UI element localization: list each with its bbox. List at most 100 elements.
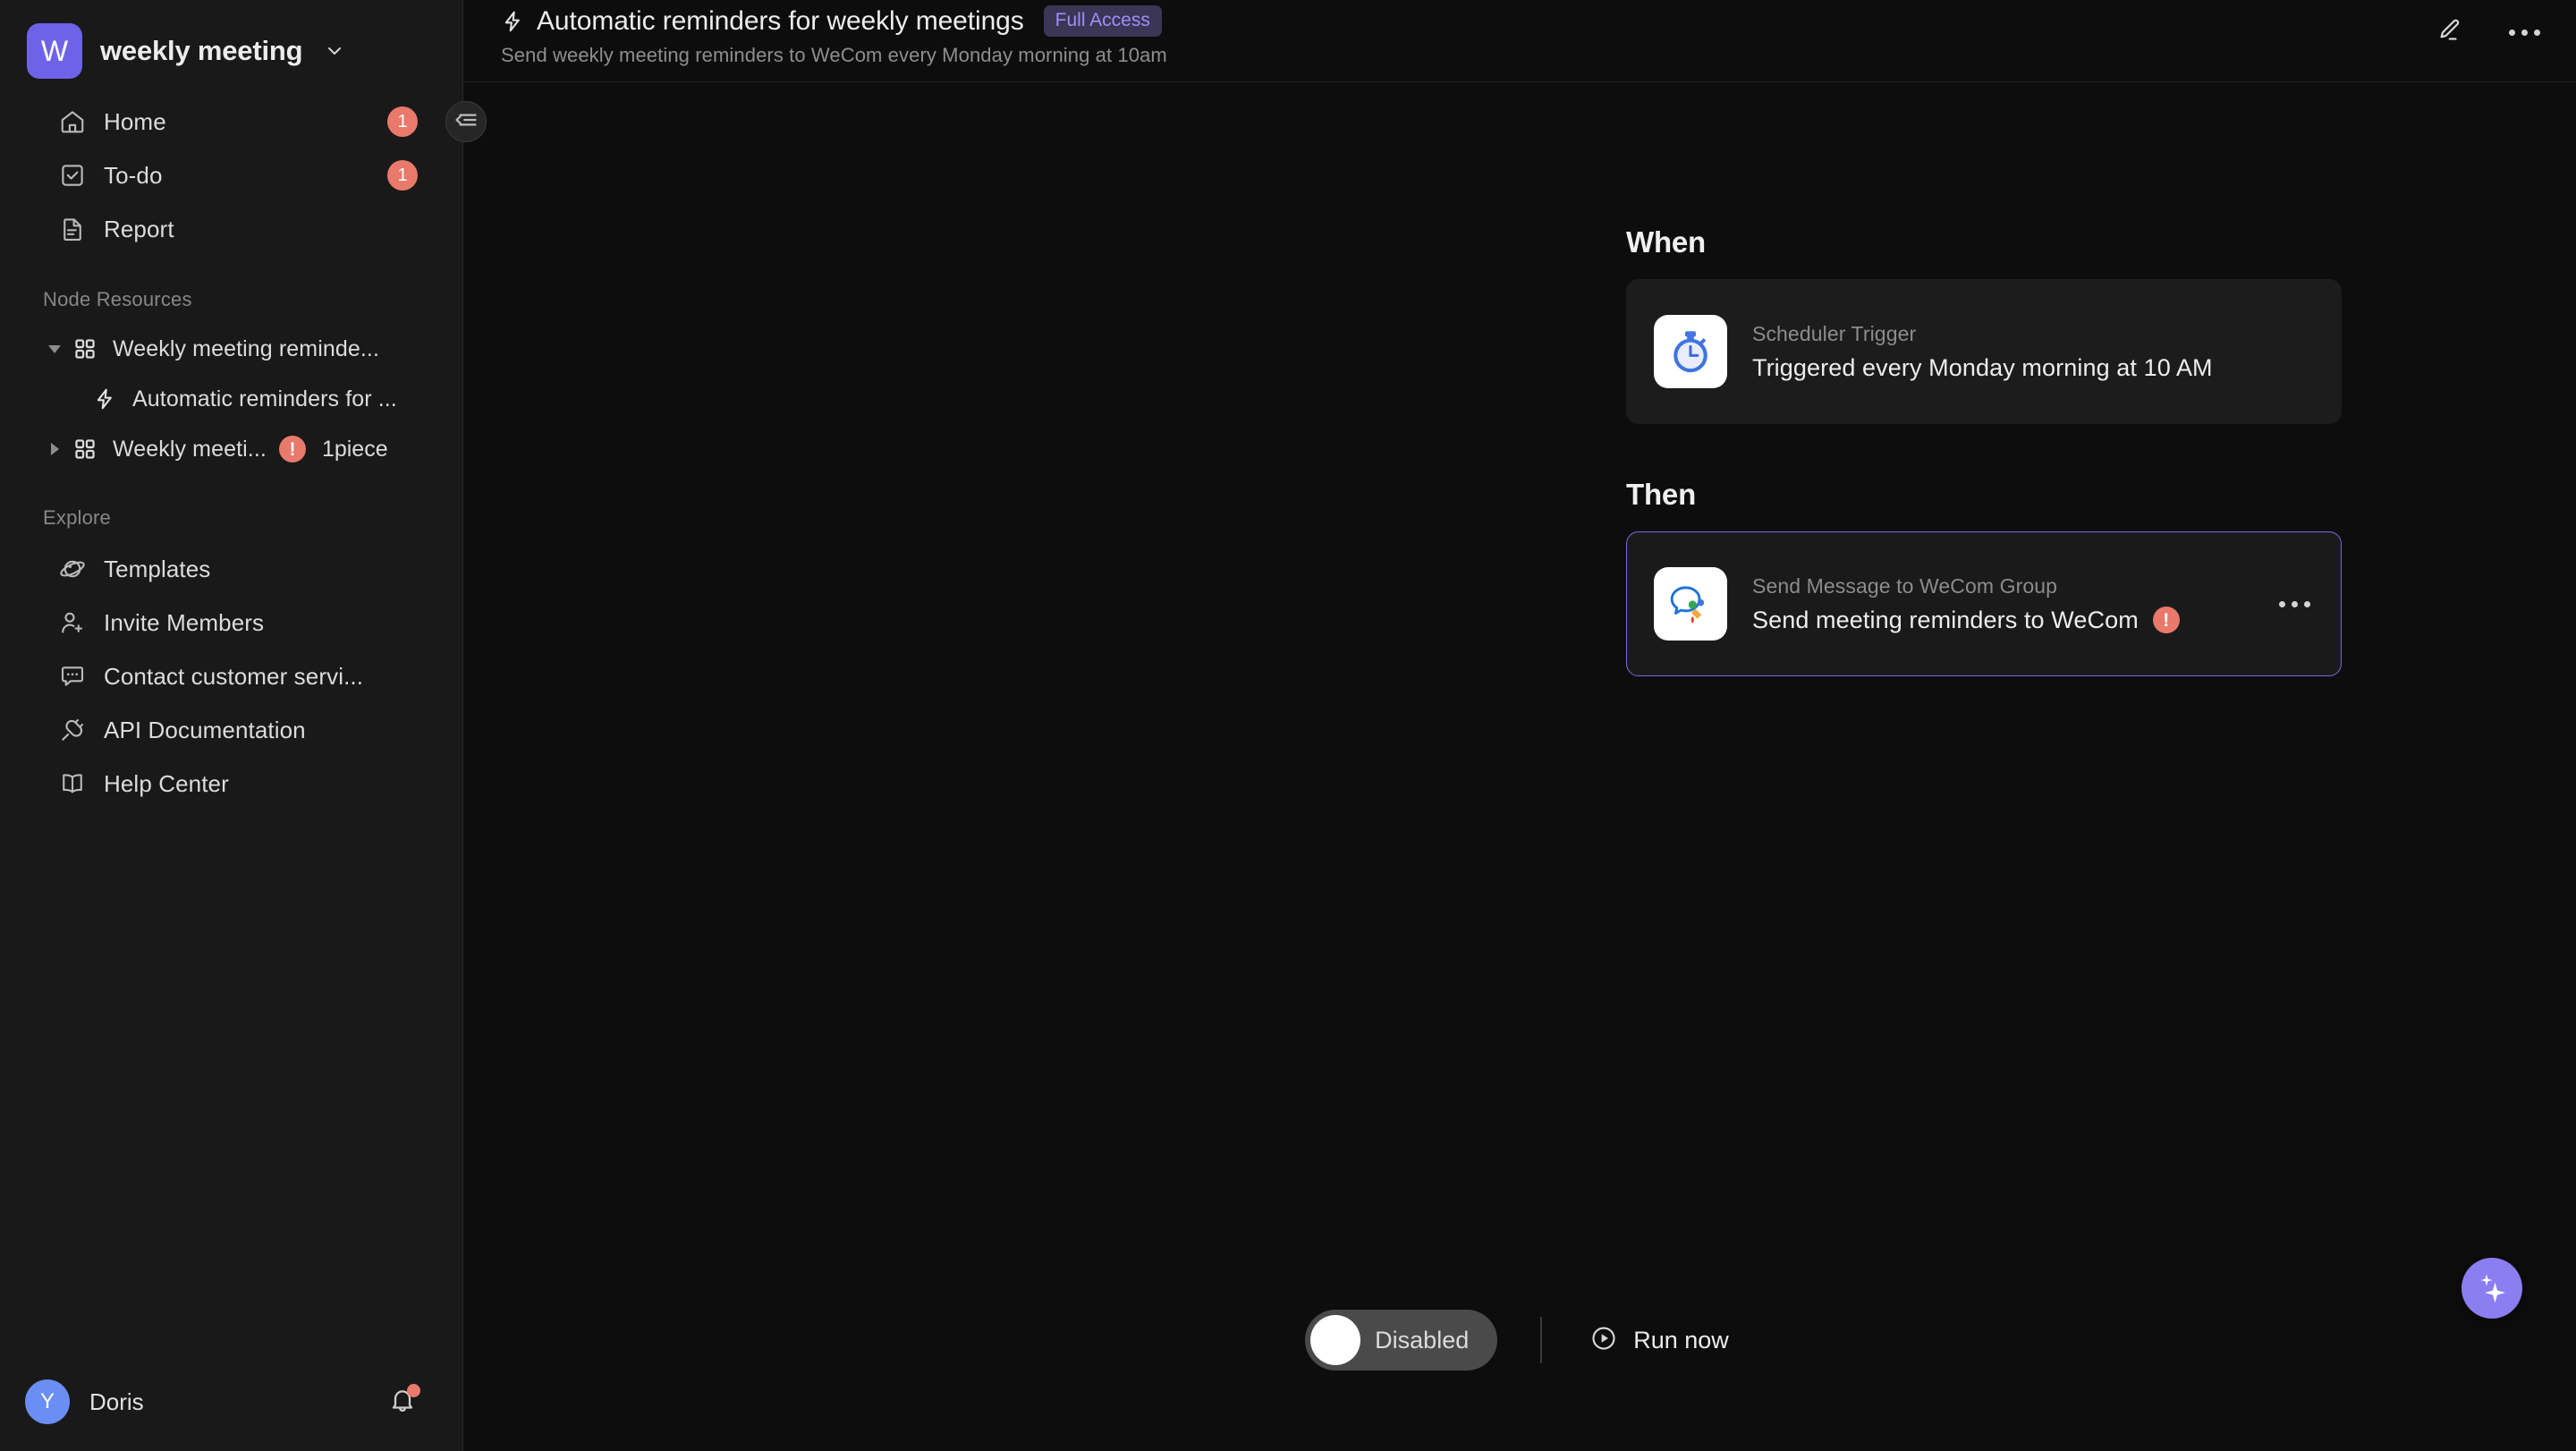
trigger-node-name: Triggered every Monday morning at 10 AM	[1752, 354, 2314, 382]
play-circle-icon	[1590, 1325, 1617, 1356]
notification-dot-badge	[407, 1384, 420, 1397]
toggle-label: Disabled	[1375, 1326, 1470, 1353]
notifications-button[interactable]	[384, 1383, 421, 1421]
workspace-name: weekly meeting	[100, 35, 303, 66]
chat-icon	[59, 663, 86, 690]
sidebar-item-label: Help Center	[104, 769, 229, 797]
sidebar-item-label: Home	[104, 107, 166, 135]
tree-item-label: Weekly meeting reminde...	[113, 335, 379, 361]
sidebar-item-label: To-do	[104, 161, 163, 189]
sidebar-item-templates[interactable]: Templates	[20, 542, 443, 596]
pencil-icon	[2436, 17, 2462, 48]
enable-flow-toggle[interactable]: Disabled	[1305, 1310, 1498, 1370]
sidebar-item-invite-members[interactable]: Invite Members	[20, 596, 443, 649]
flow-header-actions	[2429, 0, 2544, 52]
page-title: Automatic reminders for weekly meetings	[537, 5, 1024, 36]
sidebar: W weekly meeting Home 1 To-do 1 Report N…	[0, 0, 487, 1451]
section-label-node-resources: Node Resources	[43, 288, 192, 310]
trigger-node-card[interactable]: Scheduler Trigger Triggered every Monday…	[1626, 279, 2342, 424]
sidebar-item-home[interactable]: Home 1	[20, 95, 443, 148]
when-heading: When	[1626, 225, 1707, 259]
tree-item-count: 1piece	[321, 436, 388, 462]
collapse-sidebar-icon	[453, 107, 479, 137]
book-icon	[59, 770, 86, 797]
chevron-down-icon	[324, 40, 345, 62]
sparkle-icon	[2474, 1269, 2510, 1309]
flow-header: Automatic reminders for weekly meetings …	[463, 0, 2576, 82]
user-footer[interactable]: Y Doris	[0, 1353, 462, 1451]
action-node-kind: Send Message to WeCom Group	[1752, 573, 2058, 598]
tree-item-label: Automatic reminders for ...	[132, 386, 397, 412]
document-icon	[59, 216, 86, 242]
planet-icon	[59, 556, 86, 582]
action-node-name-text: Send meeting reminders to WeCom	[1752, 606, 2139, 633]
sidebar-item-label: Templates	[104, 555, 211, 582]
run-now-button[interactable]: Run now	[1585, 1316, 1734, 1365]
main-area: Automatic reminders for weekly meetings …	[463, 0, 2576, 1451]
flow-more-menu-button[interactable]	[2504, 13, 2544, 52]
flow-header-texts: Automatic reminders for weekly meetings …	[501, 0, 1167, 67]
sidebar-item-todo[interactable]: To-do 1	[20, 148, 443, 202]
explore-nav: Templates Invite Members Contact custome…	[0, 542, 462, 810]
user-name: Doris	[89, 1387, 144, 1415]
page-subtitle: Send weekly meeting reminders to WeCom e…	[501, 44, 1167, 66]
workspace-switcher[interactable]: W weekly meeting	[0, 0, 462, 82]
sidebar-item-label: API Documentation	[104, 716, 306, 743]
sidebar-item-help-center[interactable]: Help Center	[20, 757, 443, 810]
status-badge: Full Access	[1043, 5, 1162, 37]
bolt-icon	[501, 10, 524, 33]
flow-canvas: When Scheduler Trigger Triggered every M…	[463, 82, 2576, 1451]
more-horizontal-icon	[2279, 600, 2310, 607]
action-node-name: Send meeting reminders to WeCom !	[1752, 607, 2259, 634]
action-node-menu-button[interactable]	[2259, 592, 2314, 616]
tree-item-weekly-meeting-reminders[interactable]: Weekly meeting reminde...	[20, 324, 443, 374]
sidebar-item-label: Report	[104, 215, 174, 242]
error-badge-icon: !	[2152, 607, 2180, 633]
flow-spacer	[1626, 424, 2342, 478]
flow-column: When Scheduler Trigger Triggered every M…	[1626, 225, 2342, 676]
ai-assistant-button[interactable]	[2462, 1258, 2522, 1319]
app-root: W weekly meeting Home 1 To-do 1 Report N…	[0, 0, 2576, 1451]
tree-item-automatic-reminders[interactable]: Automatic reminders for ...	[20, 374, 443, 424]
plug-icon	[59, 717, 86, 743]
bolt-icon	[89, 384, 120, 414]
grid-icon	[70, 434, 100, 464]
sidebar-item-label: Contact customer servi...	[104, 662, 364, 690]
action-node-card[interactable]: Send Message to WeCom Group Send meeting…	[1626, 531, 2342, 676]
flow-bottom-toolbar-inner: Disabled Run now	[1305, 1310, 1734, 1370]
chevron-down-icon[interactable]	[39, 334, 70, 364]
sidebar-item-label: Invite Members	[104, 608, 265, 636]
section-label-explore: Explore	[43, 506, 111, 529]
tree-item-weekly-meeting-group[interactable]: Weekly meeti... ! 1piece	[20, 424, 443, 474]
tree-item-label: Weekly meeti...	[113, 436, 267, 462]
wecom-icon	[1654, 567, 1727, 641]
edit-flow-button[interactable]	[2429, 13, 2469, 52]
home-icon	[59, 108, 86, 135]
chevron-right-icon[interactable]	[39, 434, 70, 464]
more-horizontal-icon	[2508, 29, 2540, 36]
stopwatch-icon	[1654, 315, 1727, 388]
node-resources-tree: Weekly meeting reminde... Automatic remi…	[0, 324, 462, 474]
grid-icon	[70, 334, 100, 364]
error-badge-icon: !	[278, 436, 306, 462]
collapse-sidebar-button[interactable]	[445, 101, 487, 142]
trigger-node-kind: Scheduler Trigger	[1752, 321, 1917, 345]
sidebar-item-api-documentation[interactable]: API Documentation	[20, 703, 443, 757]
toolbar-divider	[1540, 1317, 1543, 1363]
user-plus-icon	[59, 609, 86, 636]
avatar: Y	[25, 1379, 70, 1424]
todo-badge: 1	[387, 160, 418, 191]
primary-nav: Home 1 To-do 1 Report	[0, 95, 462, 256]
checkbox-icon	[59, 162, 86, 189]
workspace-logo: W	[27, 23, 82, 79]
trigger-node-texts: Scheduler Trigger Triggered every Monday…	[1752, 322, 2314, 382]
trigger-node-name-text: Triggered every Monday morning at 10 AM	[1752, 353, 2213, 381]
sidebar-item-contact-support[interactable]: Contact customer servi...	[20, 649, 443, 703]
then-heading: Then	[1626, 478, 1697, 511]
sidebar-item-report[interactable]: Report	[20, 202, 443, 256]
action-node-texts: Send Message to WeCom Group Send meeting…	[1752, 574, 2259, 634]
home-badge: 1	[387, 106, 418, 137]
run-now-label: Run now	[1633, 1326, 1729, 1353]
flow-title-row: Automatic reminders for weekly meetings …	[501, 5, 1167, 37]
toggle-knob	[1310, 1315, 1361, 1365]
